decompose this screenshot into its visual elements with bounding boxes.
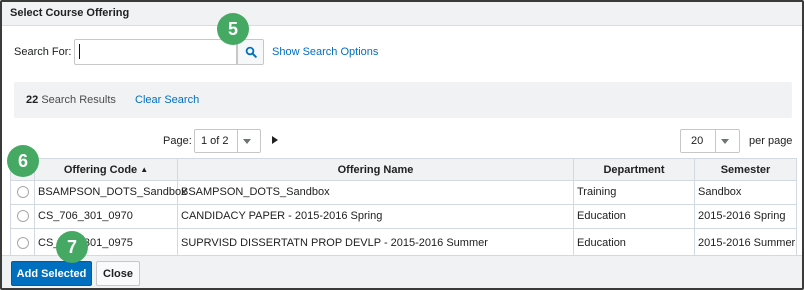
row-select-cell — [10, 228, 35, 259]
offering-code-cell: BSAMPSON_DOTS_Sandbox — [34, 180, 187, 205]
results-count: 22 — [26, 94, 39, 106]
search-results-bar: 22 Search Results Clear Search — [14, 82, 792, 118]
offering-code-cell: CS_706_301_0970 — [34, 204, 178, 229]
offering-name-cell: BSAMPSON_DOTS_Sandbox — [177, 180, 574, 205]
text-caret — [79, 44, 80, 59]
search-label: Search For: — [14, 46, 72, 58]
sort-ascending-icon: ▲ — [140, 164, 149, 174]
row-select-cell — [10, 180, 35, 205]
divider — [237, 130, 238, 152]
select-course-offering-dialog: Select Course Offering Search For: Show … — [0, 0, 804, 290]
department-cell: Education — [573, 228, 695, 259]
chevron-down-icon — [243, 139, 251, 144]
table-row: BSAMPSON_DOTS_Sandbox BSAMPSON_DOTS_Sand… — [10, 180, 797, 205]
column-header-offering-code[interactable]: Offering Code ▲ — [34, 158, 178, 181]
search-icon — [245, 46, 257, 58]
chevron-down-icon — [721, 139, 729, 144]
next-page-icon[interactable] — [272, 136, 278, 144]
dialog-title-bar: Select Course Offering — [2, 2, 802, 26]
column-header-semester[interactable]: Semester — [694, 158, 797, 181]
dialog-title: Select Course Offering — [10, 7, 130, 19]
results-summary: 22 Search Results — [26, 94, 116, 106]
show-search-options-link[interactable]: Show Search Options — [272, 46, 378, 58]
per-page-label: per page — [749, 135, 793, 147]
step-callout-badge: 5 — [217, 13, 249, 45]
page-select[interactable]: 1 of 2 — [194, 129, 261, 153]
search-input[interactable] — [74, 39, 237, 65]
close-button[interactable]: Close — [96, 261, 140, 286]
table-row: CS_706_301_0975 SUPRVISD DISSERTATN PROP… — [10, 228, 797, 259]
table-row: CS_706_301_0970 CANDIDACY PAPER - 2015-2… — [10, 204, 797, 229]
page-select-value: 1 of 2 — [201, 135, 229, 147]
step-callout-badge: 6 — [7, 145, 39, 177]
add-selected-button[interactable]: Add Selected — [11, 261, 92, 286]
offering-name-cell: CANDIDACY PAPER - 2015-2016 Spring — [177, 204, 574, 229]
page-label: Page: — [163, 135, 192, 147]
offerings-table: Offering Code ▲ Offering Name Department… — [10, 158, 797, 259]
department-cell: Education — [573, 204, 695, 229]
semester-cell: Sandbox — [694, 180, 797, 205]
row-select-cell — [10, 204, 35, 229]
step-callout-badge: 7 — [56, 231, 88, 263]
per-page-select-value: 20 — [691, 135, 704, 147]
results-label: Search Results — [41, 94, 116, 106]
clear-search-link[interactable]: Clear Search — [135, 94, 199, 106]
row-radio[interactable] — [16, 186, 29, 199]
column-header-offering-name[interactable]: Offering Name — [177, 158, 574, 181]
table-header-row: Offering Code ▲ Offering Name Department… — [10, 158, 797, 181]
row-radio[interactable] — [16, 237, 29, 250]
dialog-footer: Add Selected Close — [2, 255, 802, 288]
department-cell: Training — [573, 180, 695, 205]
offering-name-cell: SUPRVISD DISSERTATN PROP DEVLP - 2015-20… — [177, 228, 574, 259]
divider — [715, 130, 716, 152]
semester-cell: 2015-2016 Spring — [694, 204, 797, 229]
semester-cell: 2015-2016 Summer — [694, 228, 797, 259]
row-radio[interactable] — [16, 210, 29, 223]
search-button[interactable] — [237, 39, 264, 65]
per-page-select[interactable]: 20 — [680, 129, 740, 153]
column-header-department[interactable]: Department — [573, 158, 695, 181]
